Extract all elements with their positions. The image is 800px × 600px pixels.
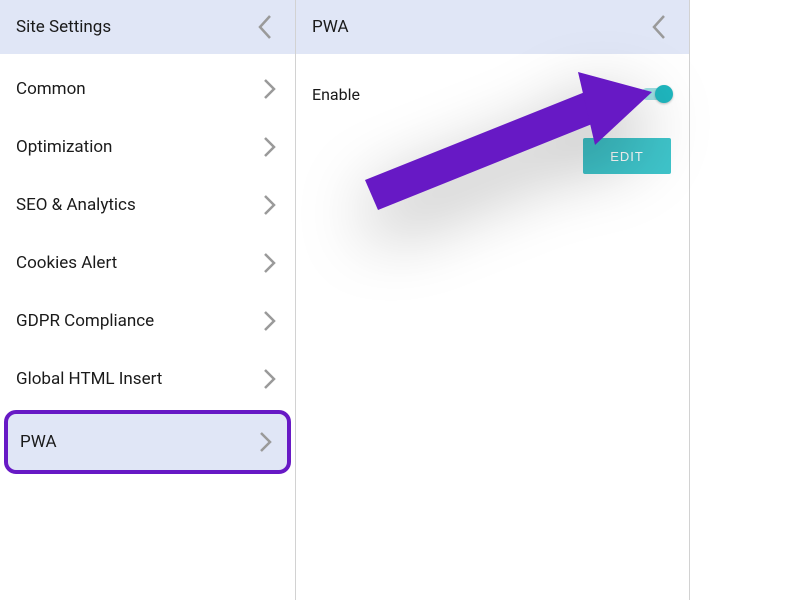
- edit-row: EDIT: [312, 138, 671, 174]
- menu-item-label: SEO & Analytics: [16, 195, 136, 215]
- chevron-right-icon: [263, 252, 277, 274]
- menu-item-label: Optimization: [16, 137, 112, 157]
- left-panel-title: Site Settings: [16, 17, 111, 37]
- menu-item-common[interactable]: Common: [0, 60, 295, 118]
- menu-item-gdpr-compliance[interactable]: GDPR Compliance: [0, 292, 295, 350]
- right-panel-title: PWA: [312, 17, 349, 37]
- menu-item-label: PWA: [20, 432, 57, 452]
- menu-item-cookies-alert[interactable]: Cookies Alert: [0, 234, 295, 292]
- right-panel-header: PWA: [296, 0, 689, 54]
- menu-item-label: Global HTML Insert: [16, 369, 162, 389]
- menu-item-label: Common: [16, 79, 86, 99]
- edit-button[interactable]: EDIT: [583, 138, 671, 174]
- menu-item-global-html-insert[interactable]: Global HTML Insert: [0, 350, 295, 408]
- chevron-right-icon: [263, 194, 277, 216]
- menu-item-optimization[interactable]: Optimization: [0, 118, 295, 176]
- menu-item-label: GDPR Compliance: [16, 311, 154, 331]
- site-settings-panel: Site Settings Common Optimization SEO & …: [0, 0, 296, 600]
- pwa-panel: PWA Enable EDIT: [296, 0, 690, 600]
- settings-menu: Common Optimization SEO & Analytics Cook…: [0, 54, 295, 476]
- menu-item-seo-analytics[interactable]: SEO & Analytics: [0, 176, 295, 234]
- chevron-right-icon: [263, 136, 277, 158]
- chevron-right-icon: [259, 431, 273, 453]
- pwa-panel-body: Enable EDIT: [296, 54, 689, 174]
- back-icon[interactable]: [647, 10, 671, 44]
- back-icon[interactable]: [253, 10, 277, 44]
- enable-row: Enable: [312, 78, 671, 110]
- chevron-right-icon: [263, 310, 277, 332]
- enable-toggle[interactable]: [641, 88, 671, 100]
- toggle-knob-icon: [655, 85, 673, 103]
- menu-item-label: Cookies Alert: [16, 253, 117, 273]
- chevron-right-icon: [263, 78, 277, 100]
- chevron-right-icon: [263, 368, 277, 390]
- enable-label: Enable: [312, 85, 360, 104]
- left-panel-header: Site Settings: [0, 0, 295, 54]
- menu-item-pwa[interactable]: PWA: [4, 410, 291, 474]
